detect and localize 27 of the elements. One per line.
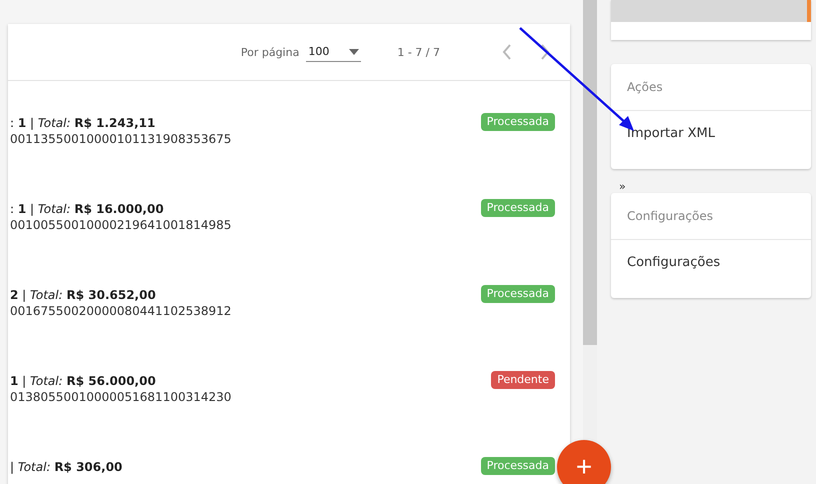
selected-menu-item[interactable] [611,0,811,22]
status-badge: Processada [480,199,555,217]
section-title: Configurações [611,193,811,240]
invoice-summary: 1 | Total: R$ 56.000,00 [10,374,157,388]
caret-icon [349,48,360,54]
access-key: 00113550010000101131908353675 [10,132,232,146]
menu-link[interactable]: Importar XML [611,111,811,169]
invoice-summary: 2 | Total: R$ 30.652,00 [10,288,157,302]
status-badge: Processada [480,113,555,131]
per-page-label: Por página [240,46,300,58]
per-page-select[interactable]: 100 [306,42,362,62]
scrollbar-thumb[interactable] [583,0,597,345]
access-key: 00167550020000080441102538912 [10,304,232,318]
expand-toggle[interactable]: » [611,169,631,193]
status-badge: Pendente [491,371,555,389]
page-range: 1 - 7 / 7 [397,46,440,58]
status-badge: Processada [480,457,555,475]
section-title: Ações [611,64,811,111]
previous-page-icon[interactable] [502,44,512,60]
menu-link[interactable]: Configurações [611,240,811,298]
invoice-summary: | Total: R$ 306,00 [10,460,122,474]
invoice-summary: : 1 | Total: R$ 16.000,00 [10,202,165,216]
access-key: 00100550010000219641001814985 [10,218,232,232]
invoice-summary: : 1 | Total: R$ 1.243,11 [10,116,156,130]
access-key: 01380550010000051681100314230 [10,390,232,404]
next-page-icon[interactable] [540,44,550,60]
status-badge: Processada [480,285,555,303]
